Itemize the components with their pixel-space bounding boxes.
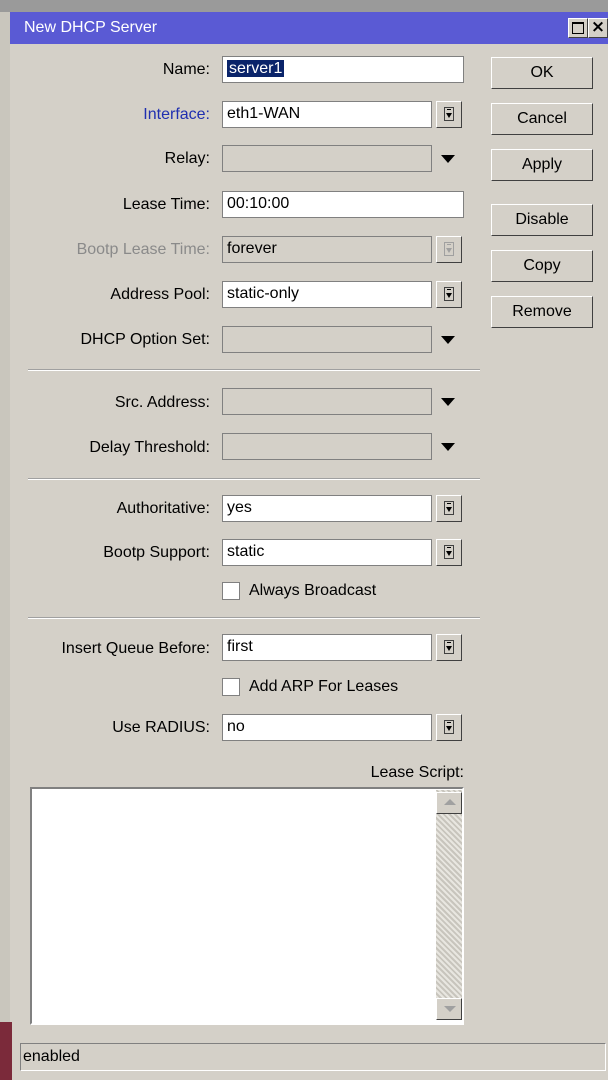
interface-dropdown-button[interactable] — [436, 101, 462, 128]
window-title: New DHCP Server — [24, 19, 158, 36]
dhcp-option-set-expand-icon[interactable] — [441, 336, 455, 344]
dropdown-arrow-icon — [444, 545, 454, 559]
bootp-support-input[interactable]: static — [222, 539, 432, 566]
delay-threshold-input[interactable] — [222, 433, 432, 460]
bootp-lease-time-label: Bootp Lease Time: — [76, 241, 210, 258]
interface-input[interactable]: eth1-WAN — [222, 101, 432, 128]
lease-script-textarea[interactable] — [30, 787, 464, 1025]
bootp-support-label: Bootp Support: — [103, 544, 210, 561]
src-address-expand-icon[interactable] — [441, 398, 455, 406]
background-edge-bottom — [0, 1022, 12, 1080]
name-input[interactable]: server1 — [222, 56, 464, 83]
separator — [28, 478, 480, 480]
lease-script-label: Lease Script: — [370, 764, 464, 781]
disable-button[interactable]: Disable — [491, 204, 593, 236]
use-radius-label: Use RADIUS: — [112, 719, 210, 736]
separator — [28, 617, 480, 619]
background-strip — [0, 0, 608, 12]
maximize-icon — [572, 22, 584, 34]
dhcp-option-set-input[interactable] — [222, 326, 432, 353]
copy-button[interactable]: Copy — [491, 250, 593, 282]
relay-expand-icon[interactable] — [441, 155, 455, 163]
dropdown-arrow-icon — [444, 242, 454, 256]
bootp-lease-time-input: forever — [222, 236, 432, 263]
delay-threshold-expand-icon[interactable] — [441, 443, 455, 451]
dropdown-arrow-icon — [444, 720, 454, 734]
insert-queue-before-input[interactable]: first — [222, 634, 432, 661]
src-address-input[interactable] — [222, 388, 432, 415]
remove-button[interactable]: Remove — [491, 296, 593, 328]
authoritative-dropdown-button[interactable] — [436, 495, 462, 522]
close-button[interactable]: × — [588, 17, 608, 38]
apply-button[interactable]: Apply — [491, 149, 593, 181]
scroll-up-icon — [444, 799, 456, 805]
lease-time-label: Lease Time: — [122, 196, 210, 213]
name-value: server1 — [227, 60, 285, 77]
dhcp-option-set-label: DHCP Option Set: — [80, 331, 210, 348]
authoritative-label: Authoritative: — [116, 500, 210, 517]
name-label: Name: — [162, 61, 210, 78]
lease-time-input[interactable]: 00:10:00 — [222, 191, 464, 218]
maximize-button[interactable] — [568, 18, 588, 38]
always-broadcast-label[interactable]: Always Broadcast — [249, 582, 376, 600]
lease-script-scrollbar[interactable] — [436, 790, 462, 1020]
dropdown-arrow-icon — [444, 107, 454, 121]
dropdown-arrow-icon — [444, 640, 454, 654]
status-bar: enabled — [20, 1043, 606, 1071]
always-broadcast-checkbox[interactable] — [222, 582, 240, 600]
dropdown-arrow-icon — [444, 287, 454, 301]
address-pool-label: Address Pool: — [110, 286, 210, 303]
relay-input[interactable] — [222, 145, 432, 172]
background-edge — [0, 12, 10, 1022]
cancel-button[interactable]: Cancel — [491, 103, 593, 135]
title-bar[interactable]: New DHCP Server × — [10, 12, 608, 44]
dropdown-arrow-icon — [444, 501, 454, 515]
bootp-lease-time-dropdown-button — [436, 236, 462, 263]
bootp-support-dropdown-button[interactable] — [436, 539, 462, 566]
add-arp-checkbox[interactable] — [222, 678, 240, 696]
scroll-down-button[interactable] — [436, 998, 462, 1020]
relay-label: Relay: — [164, 150, 210, 167]
scroll-up-button[interactable] — [436, 792, 462, 814]
authoritative-input[interactable]: yes — [222, 495, 432, 522]
delay-threshold-label: Delay Threshold: — [89, 439, 210, 456]
close-icon: × — [590, 17, 606, 37]
ok-button[interactable]: OK — [491, 57, 593, 89]
insert-queue-before-label: Insert Queue Before: — [61, 640, 210, 657]
address-pool-input[interactable]: static-only — [222, 281, 432, 308]
src-address-label: Src. Address: — [114, 394, 210, 411]
scroll-down-icon — [444, 1006, 456, 1012]
use-radius-dropdown-button[interactable] — [436, 714, 462, 741]
add-arp-label[interactable]: Add ARP For Leases — [249, 678, 398, 696]
interface-label[interactable]: Interface: — [143, 106, 210, 124]
use-radius-input[interactable]: no — [222, 714, 432, 741]
separator — [28, 369, 480, 371]
address-pool-dropdown-button[interactable] — [436, 281, 462, 308]
insert-queue-before-dropdown-button[interactable] — [436, 634, 462, 661]
